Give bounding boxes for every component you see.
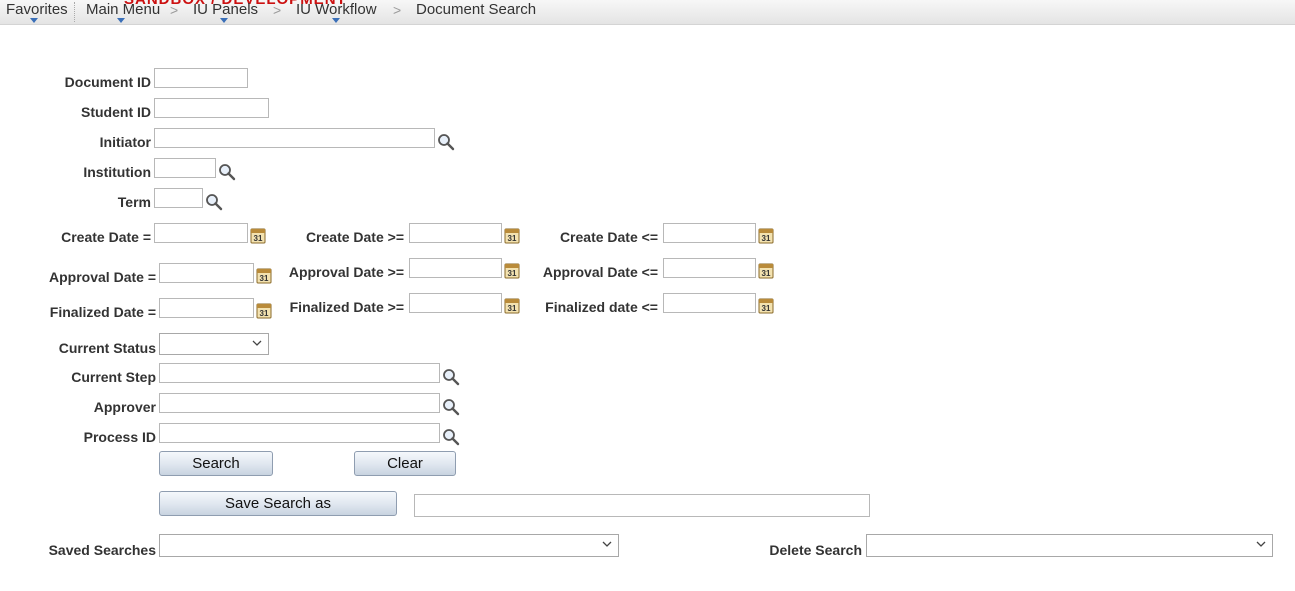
current-status-select[interactable] [159, 333, 269, 355]
calendar-icon[interactable]: 31 [504, 227, 520, 244]
calendar-icon[interactable]: 31 [758, 227, 774, 244]
magnifier-icon[interactable] [218, 163, 236, 181]
nav-document-search: Document Search [416, 1, 537, 18]
nav-main-menu[interactable]: Main Menu [86, 1, 160, 19]
search-button[interactable]: Search [159, 451, 273, 476]
breadcrumb-separator-icon: > [170, 2, 179, 18]
clear-button[interactable]: Clear [354, 451, 456, 476]
create-date-eq-input[interactable] [154, 223, 248, 243]
calendar-icon[interactable]: 31 [256, 302, 272, 319]
term-label: Term [117, 194, 151, 210]
calendar-icon[interactable]: 31 [758, 262, 774, 279]
calendar-icon[interactable]: 31 [504, 297, 520, 314]
nav-favorites[interactable]: Favorites [6, 1, 68, 19]
svg-text:31: 31 [762, 234, 771, 243]
student-id-label: Student ID [81, 104, 151, 120]
approval-date-ge-label: Approval Date >= [288, 264, 404, 280]
create-date-le-input[interactable] [663, 223, 756, 243]
approval-date-ge-input[interactable] [409, 258, 502, 278]
create-date-ge-label: Create Date >= [305, 229, 404, 245]
finalized-date-eq-label: Finalized Date = [49, 304, 156, 320]
svg-text:31: 31 [260, 309, 269, 318]
svg-text:31: 31 [762, 304, 771, 313]
nav-iu-workflow[interactable]: IU Workflow [296, 1, 377, 19]
finalized-date-ge-label: Finalized Date >= [289, 299, 404, 315]
nav-divider [74, 2, 75, 22]
svg-text:31: 31 [260, 274, 269, 283]
main-menu-dropdown-icon[interactable] [117, 18, 125, 23]
delete-search-select[interactable] [866, 534, 1273, 557]
top-nav-bar: SANDBOX / DEVELOPMENT Favorites Main Men… [0, 0, 1295, 25]
approver-input[interactable] [159, 393, 440, 413]
approval-date-le-label: Approval Date <= [542, 264, 658, 280]
magnifier-icon[interactable] [205, 193, 223, 211]
approval-date-eq-input[interactable] [159, 263, 254, 283]
initiator-label: Initiator [99, 134, 151, 150]
initiator-input[interactable] [154, 128, 435, 148]
breadcrumb-separator-icon: > [393, 2, 402, 18]
approval-date-le-input[interactable] [663, 258, 756, 278]
breadcrumb-separator-icon: > [273, 2, 282, 18]
iu-panels-dropdown-icon[interactable] [220, 18, 228, 23]
institution-input[interactable] [154, 158, 216, 178]
delete-search-label: Delete Search [769, 542, 862, 558]
magnifier-icon[interactable] [442, 398, 460, 416]
chevron-down-icon [252, 340, 262, 346]
institution-label: Institution [83, 164, 151, 180]
iu-workflow-dropdown-icon[interactable] [332, 18, 340, 23]
magnifier-icon[interactable] [437, 133, 455, 151]
svg-text:31: 31 [762, 269, 771, 278]
finalized-date-le-label: Finalized date <= [545, 299, 658, 315]
saved-searches-label: Saved Searches [48, 542, 156, 558]
save-search-name-input[interactable] [414, 494, 870, 517]
finalized-date-eq-input[interactable] [159, 298, 254, 318]
process-id-input[interactable] [159, 423, 440, 443]
term-input[interactable] [154, 188, 203, 208]
create-date-le-label: Create Date <= [559, 229, 658, 245]
document-id-input[interactable] [154, 68, 248, 88]
finalized-date-le-input[interactable] [663, 293, 756, 313]
svg-text:31: 31 [508, 304, 517, 313]
chevron-down-icon [1256, 541, 1266, 547]
calendar-icon[interactable]: 31 [250, 227, 266, 244]
finalized-date-ge-input[interactable] [409, 293, 502, 313]
svg-text:31: 31 [254, 234, 263, 243]
create-date-eq-label: Create Date = [61, 229, 151, 245]
svg-text:31: 31 [508, 269, 517, 278]
process-id-label: Process ID [83, 429, 156, 445]
magnifier-icon[interactable] [442, 368, 460, 386]
student-id-input[interactable] [154, 98, 269, 118]
saved-searches-select[interactable] [159, 534, 619, 557]
calendar-icon[interactable]: 31 [256, 267, 272, 284]
chevron-down-icon [602, 541, 612, 547]
current-step-label: Current Step [71, 369, 156, 385]
calendar-icon[interactable]: 31 [758, 297, 774, 314]
calendar-icon[interactable]: 31 [504, 262, 520, 279]
approver-label: Approver [93, 399, 156, 415]
svg-text:31: 31 [508, 234, 517, 243]
current-status-label: Current Status [58, 340, 156, 356]
create-date-ge-input[interactable] [409, 223, 502, 243]
favorites-dropdown-icon[interactable] [30, 18, 38, 23]
nav-iu-panels[interactable]: IU Panels [193, 1, 258, 19]
current-step-input[interactable] [159, 363, 440, 383]
document-id-label: Document ID [64, 74, 151, 90]
magnifier-icon[interactable] [442, 428, 460, 446]
save-search-as-button[interactable]: Save Search as [159, 491, 397, 516]
approval-date-eq-label: Approval Date = [49, 269, 156, 285]
